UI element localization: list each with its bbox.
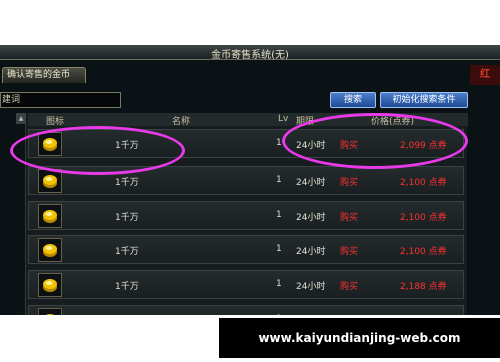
window-title: 金币寄售系统(无) <box>211 50 289 61</box>
gold-coin-icon <box>38 169 62 193</box>
item-level: 1 <box>276 210 282 220</box>
item-level: 1 <box>276 279 282 289</box>
search-row: 建词 搜索 初始化搜索条件 <box>0 92 500 110</box>
search-button[interactable]: 搜索 <box>330 92 376 108</box>
search-input[interactable]: 建词 <box>0 92 121 108</box>
buy-button[interactable]: 购买 <box>340 210 358 223</box>
table-row[interactable]: 1千万 1 24小时 购买 2,100 点券 <box>28 235 464 264</box>
footer: www.kaiyundianjing-web.com <box>0 315 500 362</box>
buy-button[interactable]: 购买 <box>340 279 358 292</box>
scroll-up-icon[interactable]: ▲ <box>16 113 26 124</box>
item-duration: 24小时 <box>296 178 326 188</box>
item-price: 2,100 点券 <box>400 213 447 223</box>
buy-button[interactable]: 购买 <box>340 175 358 188</box>
tab-confirm-consignment[interactable]: 确认寄售的金币 <box>2 67 86 83</box>
item-duration: 24小时 <box>296 213 326 223</box>
item-level: 1 <box>276 244 282 254</box>
reset-search-button[interactable]: 初始化搜索条件 <box>380 92 468 108</box>
item-name: 1千万 <box>115 247 139 257</box>
table-row[interactable]: 1千万 1 24小时 购买 2,188 点券 <box>28 270 464 299</box>
watermark: www.kaiyundianjing-web.com <box>219 318 500 358</box>
item-name: 1千万 <box>115 282 139 292</box>
gold-coin-icon <box>38 238 62 262</box>
header-name: 名称 <box>172 117 191 127</box>
table-row[interactable]: 1千万 1 24小时 购买 2,100 点券 <box>28 201 464 230</box>
gold-coin-icon <box>38 308 62 315</box>
coin-consignment-window: 金币寄售系统(无) 确认寄售的金币 红 建词 搜索 初始化搜索条件 ▲ 图标 名… <box>0 45 500 315</box>
item-name: 1千万 <box>115 213 139 223</box>
item-price: 2,100 点券 <box>400 178 447 188</box>
highlight-circle-price <box>282 113 468 169</box>
item-duration: 24小时 <box>296 247 326 257</box>
buy-button[interactable]: 购买 <box>340 244 358 257</box>
header-lv: Lv <box>278 114 289 124</box>
header-icon: 图标 <box>46 117 65 127</box>
window-titlebar: 金币寄售系统(无) <box>0 45 500 61</box>
table-row[interactable]: 1千万124小时购买2,188 点券 <box>28 305 464 315</box>
item-name: 1千万 <box>115 178 139 188</box>
item-price: 2,100 点券 <box>400 247 447 257</box>
item-duration: 24小时 <box>296 282 326 292</box>
item-level: 1 <box>276 175 282 185</box>
item-price: 2,188 点券 <box>400 282 447 292</box>
gold-coin-icon <box>38 273 62 297</box>
gold-coin-icon <box>38 204 62 228</box>
corner-logo: 红 <box>470 65 500 85</box>
highlight-circle-name <box>10 126 185 175</box>
item-level: 1 <box>276 138 282 148</box>
